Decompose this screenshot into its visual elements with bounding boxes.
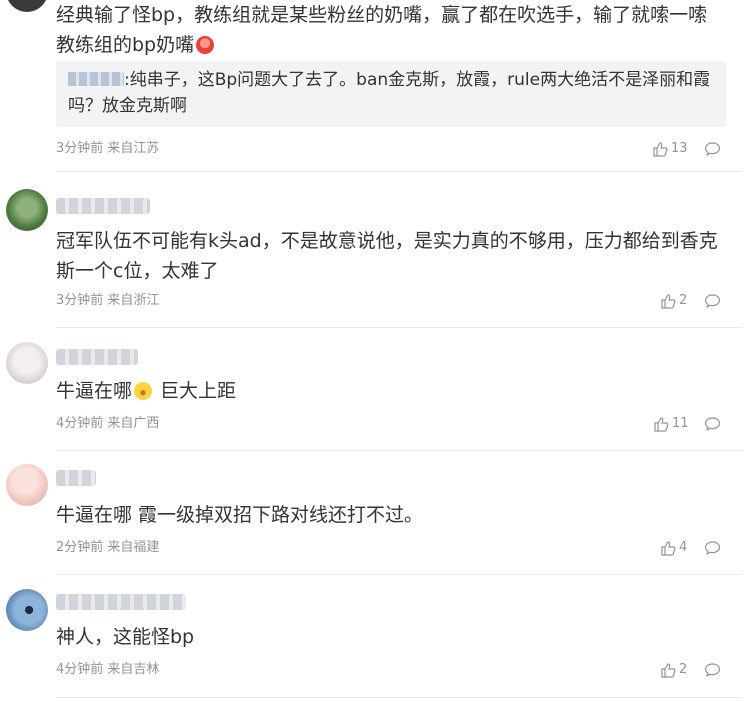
comment-time: 4分钟前 — [56, 662, 104, 677]
thumbs-up-icon — [653, 142, 668, 157]
speech-bubble-icon — [704, 417, 721, 431]
comment-item: 经典输了怪bp，教练组就是某些粉丝的奶嘴，赢了都在吹选手，输了就嗦一嗦教练组的b… — [0, 0, 754, 172]
comment-location: 来自福建 — [107, 540, 160, 555]
comment-text: 牛逼在哪 巨大上距 — [56, 380, 237, 402]
scrollbar[interactable] — [742, 0, 754, 701]
reply-button[interactable] — [704, 416, 721, 436]
comment-time: 3分钟前 — [56, 141, 104, 156]
comment-time: 4分钟前 — [56, 416, 104, 431]
username[interactable] — [56, 349, 138, 365]
thumbs-up-icon — [661, 663, 676, 678]
comment-text: 冠军队伍不可能有k头ad，不是故意说他，是实力真的不够用，压力都给到香克斯一个c… — [56, 230, 718, 282]
username[interactable] — [56, 198, 150, 214]
reply-button[interactable] — [704, 293, 721, 313]
surprised-face-icon — [134, 382, 153, 400]
like-count: 2 — [679, 662, 688, 677]
comment-meta: 2分钟前 来自福建 — [56, 540, 159, 556]
like-button[interactable]: 13 — [652, 141, 688, 157]
like-button[interactable]: 11 — [653, 416, 689, 432]
avatar[interactable] — [6, 589, 48, 631]
username[interactable] — [56, 470, 96, 486]
comment-item: 牛逼在哪 巨大上距 4分钟前 来自广西 11 — [0, 328, 754, 451]
avatar[interactable] — [6, 189, 48, 231]
comment-location: 来自浙江 — [107, 293, 160, 308]
comment-meta: 4分钟前 来自广西 — [56, 416, 159, 432]
divider — [56, 697, 742, 698]
comment-time: 3分钟前 — [56, 293, 104, 308]
face-icon — [196, 36, 215, 54]
like-count: 11 — [672, 416, 689, 431]
speech-bubble-icon — [704, 663, 721, 677]
speech-bubble-icon — [704, 294, 721, 308]
avatar[interactable] — [6, 464, 48, 506]
thumbs-up-icon — [654, 417, 669, 432]
comment-meta: 4分钟前 来自吉林 — [56, 662, 159, 678]
username[interactable] — [56, 594, 186, 610]
avatar[interactable] — [6, 0, 48, 12]
comment-item: 牛逼在哪 霞一级掉双招下路对线还打不过。 2分钟前 来自福建 4 — [0, 451, 754, 575]
comment-text: 神人，这能怪bp — [56, 626, 195, 648]
comment-location: 来自广西 — [107, 416, 160, 431]
like-button[interactable]: 4 — [660, 540, 687, 556]
comment-text: 牛逼在哪 霞一级掉双招下路对线还打不过。 — [56, 504, 424, 526]
like-button[interactable]: 2 — [660, 662, 687, 678]
reply-box: :纯串子，这Bp问题大了去了。ban金克斯，放霞，rule两大绝活不是泽丽和霞吗… — [56, 61, 726, 127]
speech-bubble-icon — [704, 541, 721, 555]
comment-meta: 3分钟前 来自江苏 — [56, 141, 159, 157]
comment-location: 来自江苏 — [107, 141, 160, 156]
comment-item: 神人，这能怪bp 4分钟前 来自吉林 2 — [0, 575, 754, 701]
like-count: 13 — [671, 141, 688, 156]
comment-meta: 3分钟前 来自浙江 — [56, 293, 159, 309]
avatar[interactable] — [6, 342, 48, 384]
reply-username[interactable] — [68, 72, 124, 86]
reply-button[interactable] — [704, 540, 721, 560]
like-count: 2 — [679, 293, 688, 308]
like-count: 4 — [679, 540, 688, 555]
thumbs-up-icon — [661, 541, 676, 556]
reply-button[interactable] — [704, 662, 721, 682]
reply-button[interactable] — [704, 141, 721, 161]
comment-time: 2分钟前 — [56, 540, 104, 555]
comment-item: 冠军队伍不可能有k头ad，不是故意说他，是实力真的不够用，压力都给到香克斯一个c… — [0, 172, 754, 328]
like-button[interactable]: 2 — [660, 293, 687, 309]
comment-location: 来自吉林 — [107, 662, 160, 677]
speech-bubble-icon — [704, 142, 721, 156]
reply-text: :纯串子，这Bp问题大了去了。ban金克斯，放霞，rule两大绝活不是泽丽和霞吗… — [68, 70, 711, 116]
thumbs-up-icon — [661, 294, 676, 309]
comment-text: 经典输了怪bp，教练组就是某些粉丝的奶嘴，赢了都在吹选手，输了就嗦一嗦教练组的b… — [56, 4, 708, 56]
